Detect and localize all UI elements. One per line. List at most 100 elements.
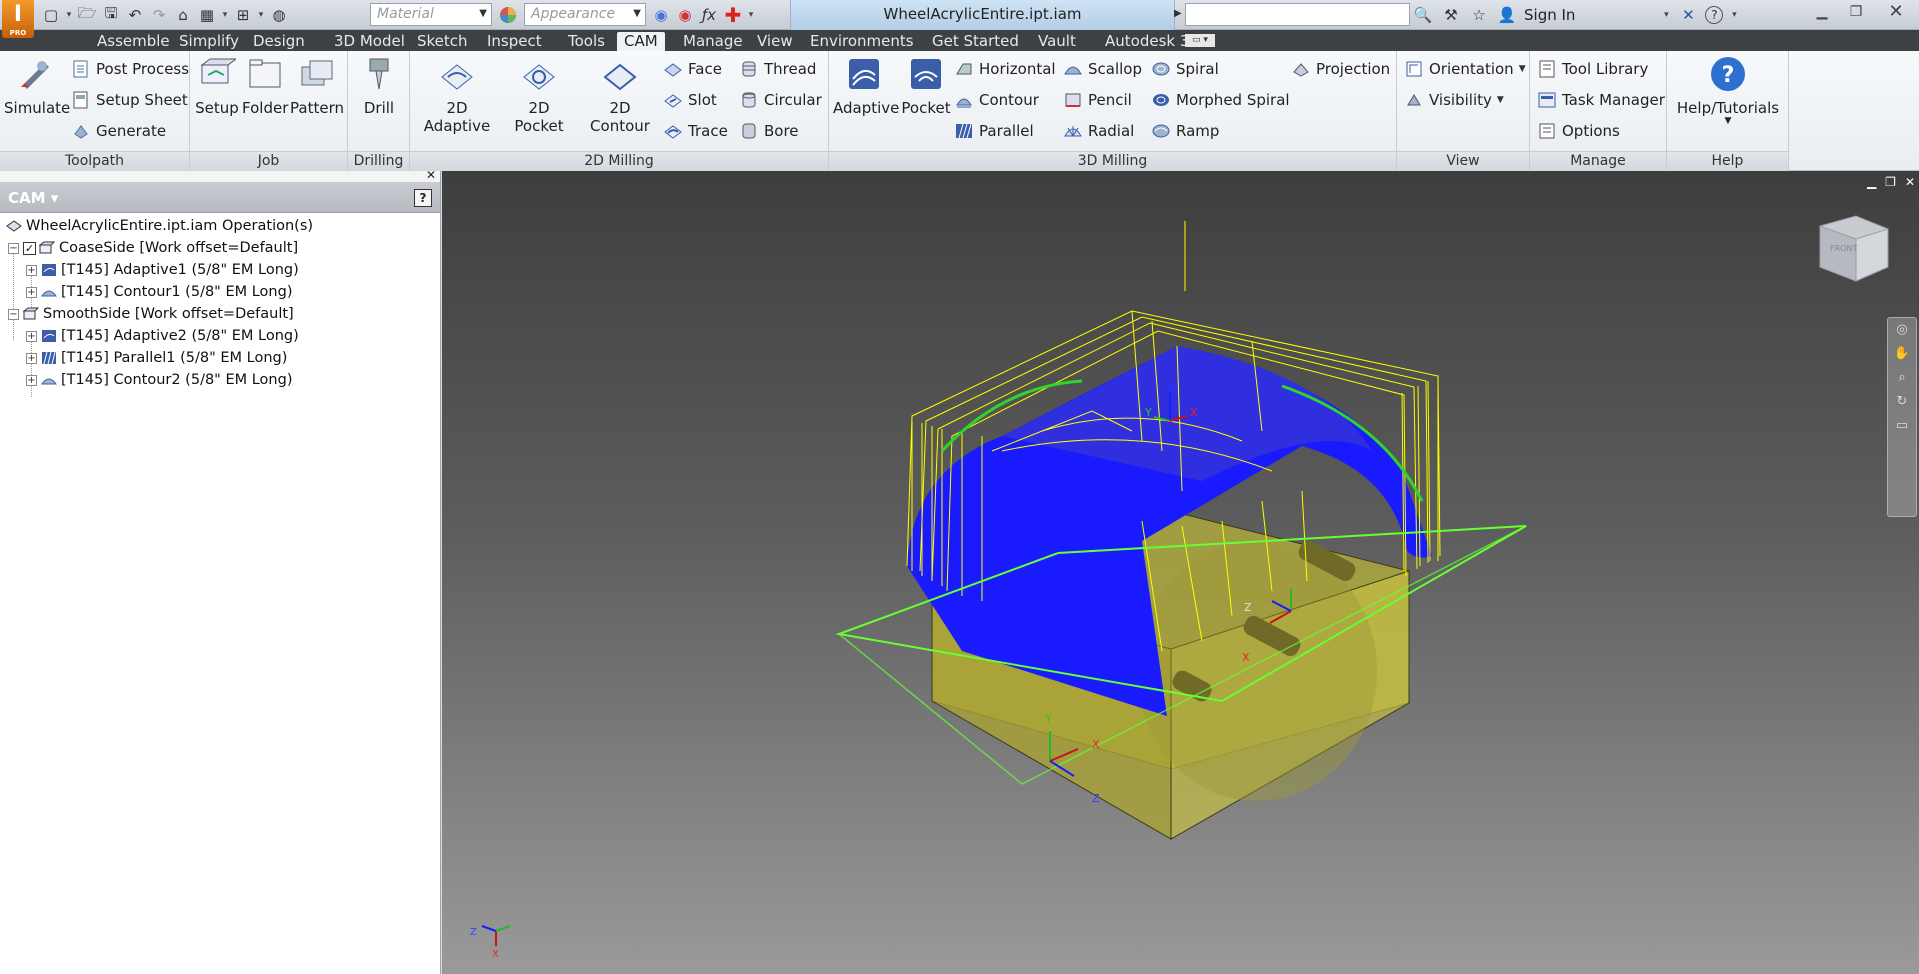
post-process-button[interactable]: Post Process xyxy=(72,57,189,81)
sign-in-dropdown-icon[interactable]: ▾ xyxy=(1661,10,1671,20)
2d-adaptive-button[interactable]: 2D Adaptive xyxy=(414,55,500,135)
contour-button[interactable]: Contour xyxy=(955,88,1039,112)
browser-title-dropdown[interactable]: CAM ▾ xyxy=(8,189,58,207)
2d-contour-button[interactable]: 2D Contour xyxy=(578,55,662,135)
tab-design[interactable]: Design xyxy=(246,32,312,51)
sign-in-link[interactable]: Sign In xyxy=(1524,6,1575,24)
appearance-combo[interactable]: Appearance ▼ xyxy=(524,3,646,26)
setup-sheet-button[interactable]: Setup Sheet xyxy=(72,88,188,112)
help-search-input[interactable] xyxy=(1185,3,1410,26)
radial-button[interactable]: Radial xyxy=(1064,119,1134,143)
tab-sketch[interactable]: Sketch xyxy=(410,32,475,51)
browser-help-icon[interactable]: ? xyxy=(414,189,432,207)
tab-manage[interactable]: Manage xyxy=(676,32,750,51)
tree-operation-item[interactable]: + [T145] Parallel1 (5/8" EM Long) xyxy=(26,347,287,369)
setup-button[interactable]: Setup xyxy=(194,55,240,117)
expand-icon[interactable]: + xyxy=(26,352,37,364)
subscription-icon[interactable]: ⚒ xyxy=(1440,4,1462,26)
collapse-icon[interactable]: − xyxy=(8,242,19,254)
update-icon[interactable]: ▦ xyxy=(196,4,218,26)
expand-icon[interactable]: + xyxy=(26,286,37,298)
tree-operation-item[interactable]: + [T145] Adaptive1 (5/8" EM Long) xyxy=(26,259,299,281)
close-icon[interactable]: ✕ xyxy=(1873,2,1919,24)
maximize-icon[interactable]: ❐ xyxy=(1839,2,1873,24)
drill-button[interactable]: Drill xyxy=(356,55,402,117)
tree-setup-item[interactable]: − ✓ CoaseSide [Work offset=Default] xyxy=(8,237,298,259)
function-icon[interactable]: ƒx xyxy=(698,4,720,26)
color-sphere-icon[interactable]: ◍ xyxy=(268,4,290,26)
tab-get-started[interactable]: Get Started xyxy=(925,32,1026,51)
tab-simplify[interactable]: Simplify xyxy=(172,32,246,51)
tab-tools[interactable]: Tools xyxy=(561,32,612,51)
ribbon-display-toggle-icon[interactable]: ▭ ▾ xyxy=(1185,34,1215,47)
app-menu-button[interactable]: I PRO xyxy=(2,0,34,38)
undo-icon[interactable]: ↶ xyxy=(124,4,146,26)
pattern-button[interactable]: Pattern xyxy=(290,55,344,117)
face-button[interactable]: Face xyxy=(664,57,722,81)
material-combo[interactable]: Material ▼ xyxy=(370,3,492,26)
tool-library-button[interactable]: Tool Library xyxy=(1538,57,1648,81)
save-icon[interactable]: 🖫 xyxy=(100,4,122,26)
tab-inspect[interactable]: Inspect xyxy=(480,32,549,51)
orientation-button[interactable]: Orientation ▼ xyxy=(1405,57,1526,81)
task-manager-button[interactable]: Task Manager xyxy=(1538,88,1665,112)
customize-dropdown-icon[interactable]: ▾ xyxy=(746,10,756,20)
options-button[interactable]: Options xyxy=(1538,119,1620,143)
tab-view[interactable]: View xyxy=(750,32,800,51)
zoom-icon[interactable]: ⌕ xyxy=(1888,366,1916,390)
star-icon[interactable]: ☆ xyxy=(1468,4,1490,26)
redo-icon[interactable]: ↷ xyxy=(148,4,170,26)
tab-cam[interactable]: CAM xyxy=(617,32,665,51)
help-dropdown-icon[interactable]: ▾ xyxy=(1729,10,1739,20)
exchange-icon[interactable]: ✕ xyxy=(1677,4,1699,26)
close-icon[interactable]: ✕ xyxy=(426,168,436,182)
collapse-icon[interactable]: − xyxy=(8,308,19,320)
look-at-icon[interactable]: ▭ xyxy=(1888,414,1916,438)
new-dropdown-icon[interactable]: ▾ xyxy=(64,10,74,20)
horizontal-button[interactable]: Horizontal xyxy=(955,57,1056,81)
graphics-viewport[interactable]: ▁ ❐ ✕ Z Y X Z X Y X Z Z X FRONT ◎ ✋ ⌕ ↻ … xyxy=(442,171,1919,974)
help-icon[interactable]: ? xyxy=(1705,6,1724,24)
tree-root[interactable]: WheelAcrylicEntire.ipt.iam Operation(s) xyxy=(6,215,313,237)
folder-button[interactable]: Folder xyxy=(242,55,288,117)
search-icon[interactable]: 🔍 xyxy=(1412,4,1434,26)
parallel-button[interactable]: Parallel xyxy=(955,119,1034,143)
minimize-icon[interactable]: ▁ xyxy=(1805,2,1839,24)
expand-icon[interactable]: + xyxy=(26,264,37,276)
user-icon[interactable]: 👤 xyxy=(1496,4,1518,26)
ramp-button[interactable]: Ramp xyxy=(1152,119,1219,143)
tree-operation-item[interactable]: + [T145] Contour2 (5/8" EM Long) xyxy=(26,369,292,391)
tab-environments[interactable]: Environments xyxy=(803,32,921,51)
slot-button[interactable]: Slot xyxy=(664,88,717,112)
adaptive-button[interactable]: Adaptive xyxy=(833,55,899,117)
projection-button[interactable]: Projection xyxy=(1292,57,1390,81)
adjust-appearance-icon[interactable]: ◉ xyxy=(650,4,672,26)
tab-3d-model[interactable]: 3D Model xyxy=(327,32,412,51)
tab-vault[interactable]: Vault xyxy=(1031,32,1083,51)
view-cube[interactable]: FRONT xyxy=(1819,215,1889,282)
bore-button[interactable]: Bore xyxy=(740,119,799,143)
update-dropdown-icon[interactable]: ▾ xyxy=(220,10,230,20)
clear-appearance-icon[interactable]: ◉ xyxy=(674,4,696,26)
tree-setup-item[interactable]: − SmoothSide [Work offset=Default] xyxy=(8,303,294,325)
help-tutorials-button[interactable]: ? Help/Tutorials ▼ xyxy=(1673,55,1783,126)
select-icon[interactable]: ⊞ xyxy=(232,4,254,26)
expand-arrow-icon[interactable]: ▶ xyxy=(1174,8,1182,19)
steering-wheel-icon[interactable]: ◎ xyxy=(1888,318,1916,342)
expand-icon[interactable]: + xyxy=(26,374,37,386)
browser-grip[interactable]: ✕ xyxy=(0,168,440,183)
tab-assemble[interactable]: Assemble xyxy=(90,32,177,51)
checkbox[interactable]: ✓ xyxy=(23,241,36,255)
measure-icon[interactable]: ✚ xyxy=(722,3,744,27)
expand-icon[interactable]: + xyxy=(26,330,37,342)
circular-button[interactable]: Circular xyxy=(740,88,822,112)
home-icon[interactable]: ⌂ xyxy=(172,4,194,26)
spiral-button[interactable]: Spiral xyxy=(1152,57,1219,81)
new-file-icon[interactable]: ▢ xyxy=(40,4,62,26)
pocket-button[interactable]: Pocket xyxy=(899,55,953,117)
trace-button[interactable]: Trace xyxy=(664,119,728,143)
orbit-icon[interactable]: ↻ xyxy=(1888,390,1916,414)
scallop-button[interactable]: Scallop xyxy=(1064,57,1142,81)
generate-button[interactable]: Generate xyxy=(72,119,166,143)
select-dropdown-icon[interactable]: ▾ xyxy=(256,10,266,20)
